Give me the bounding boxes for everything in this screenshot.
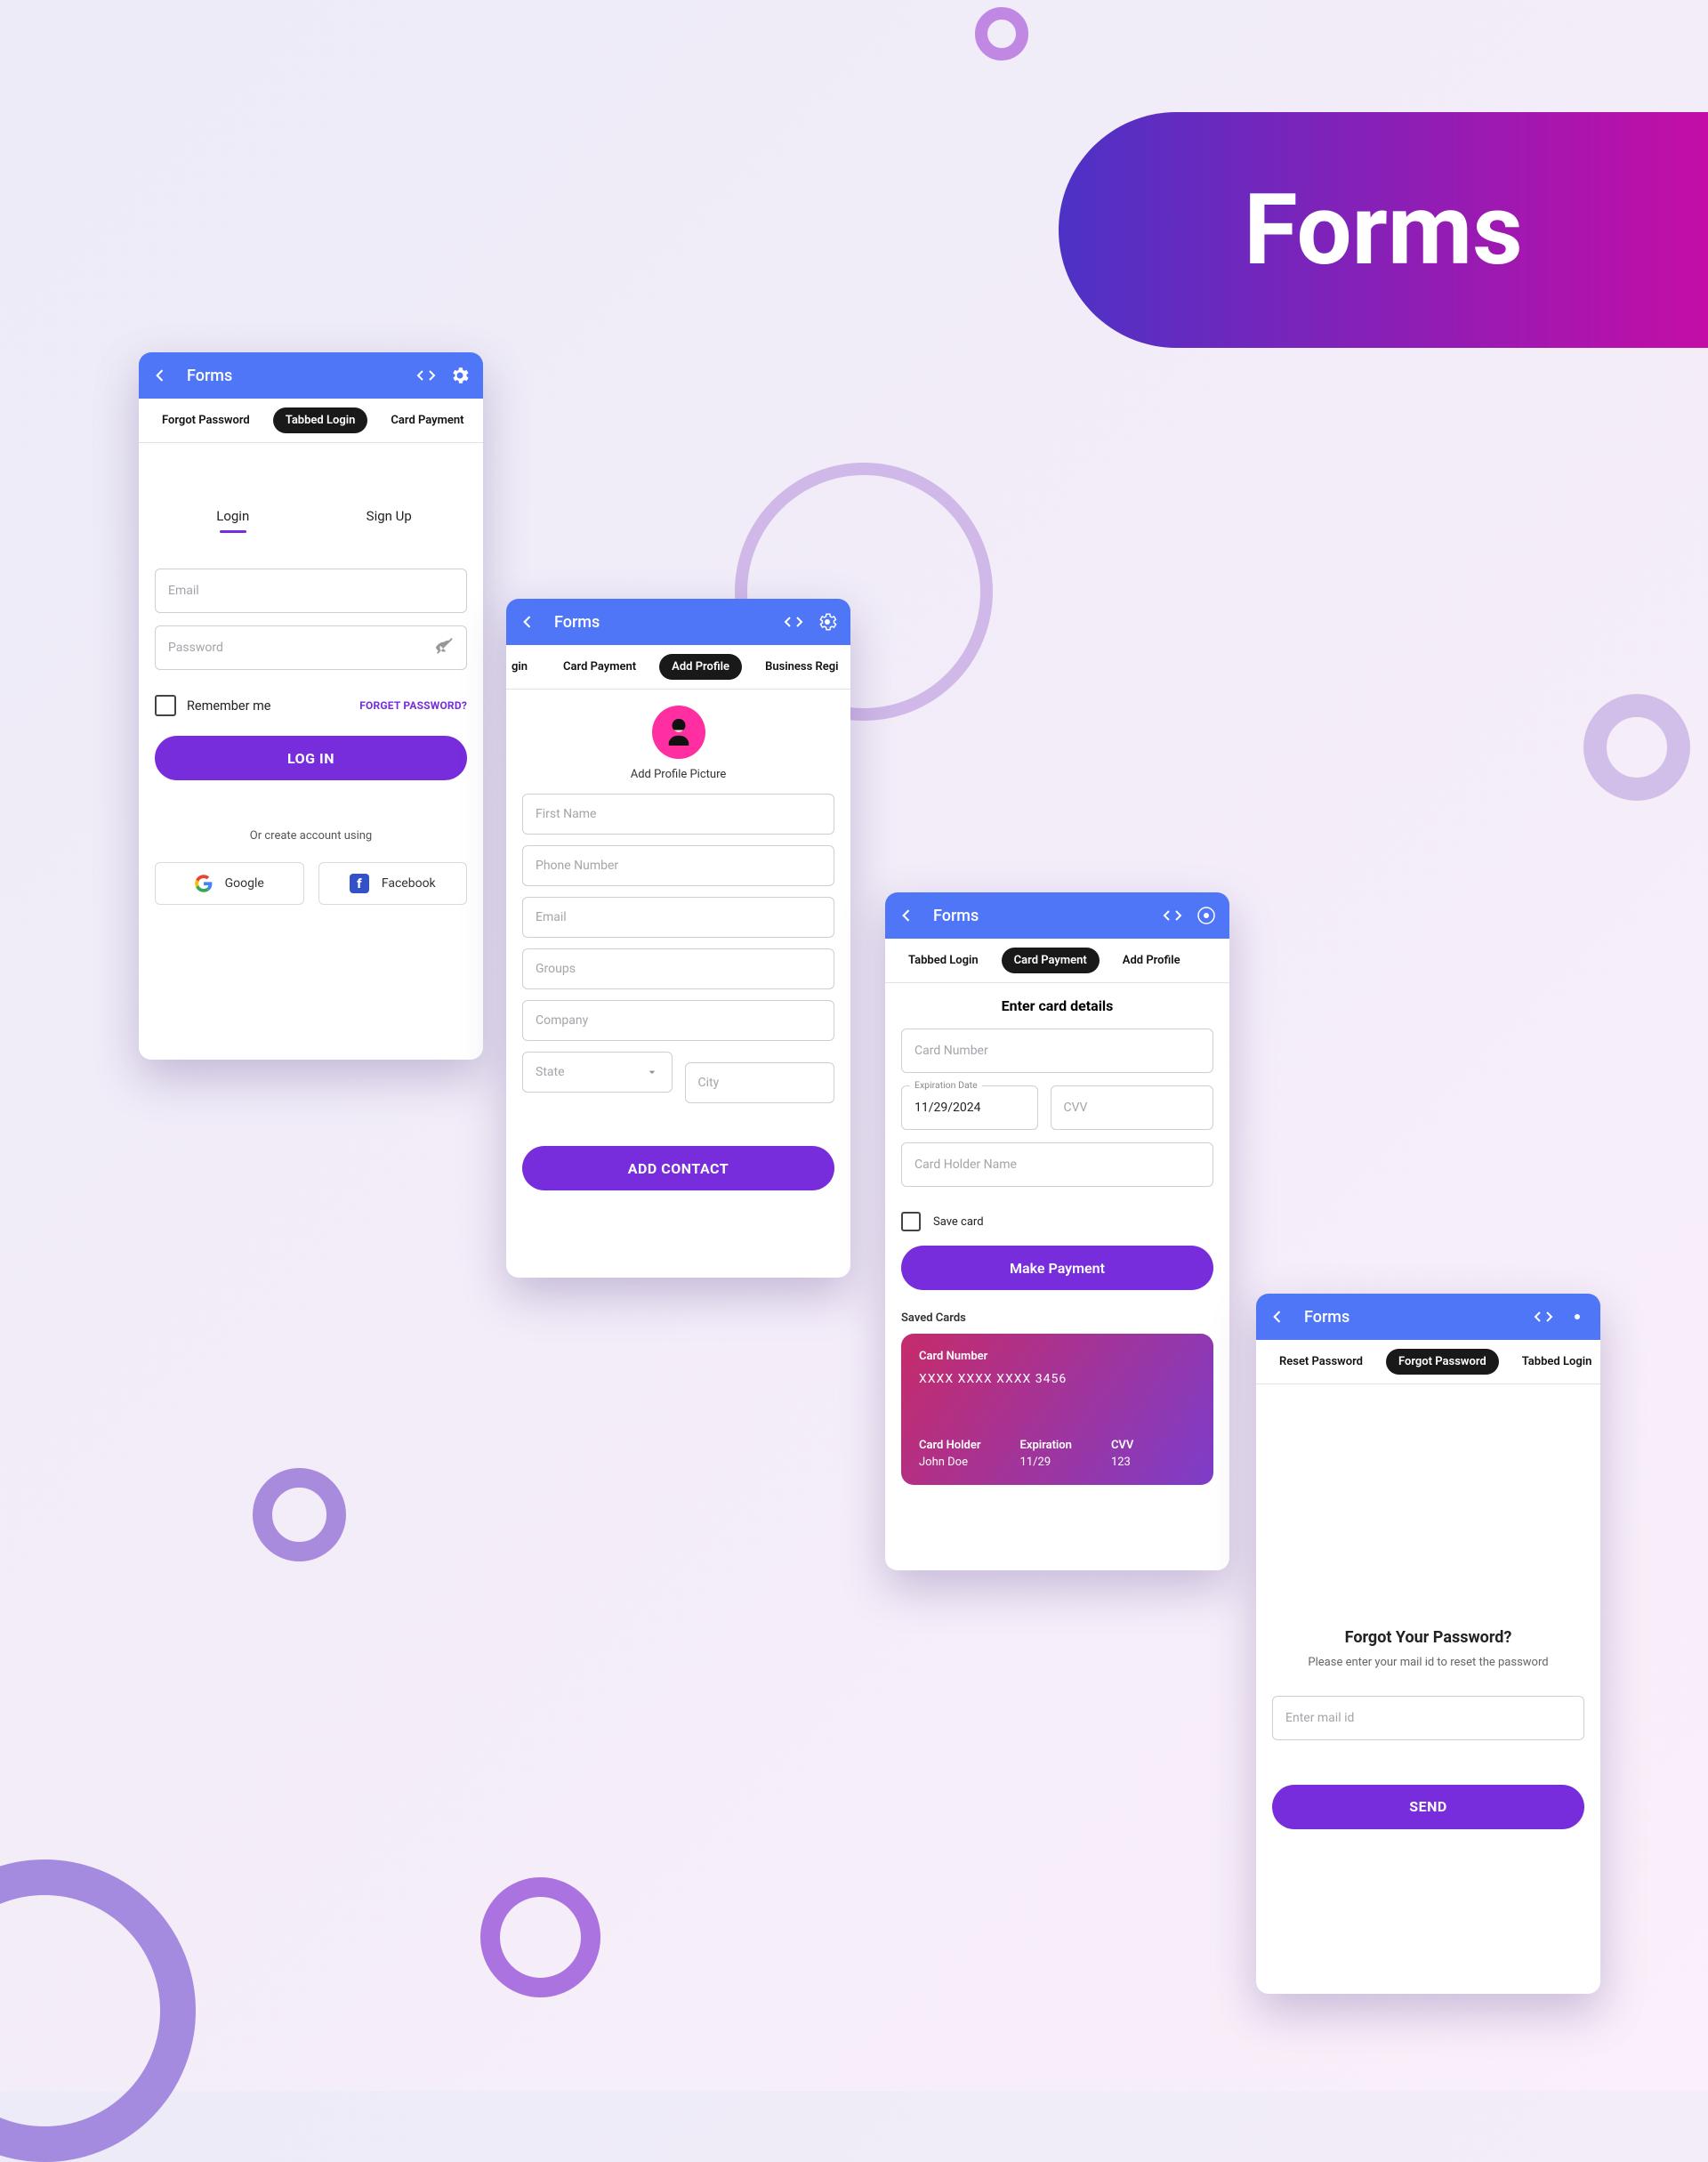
back-icon[interactable] — [1269, 1308, 1286, 1326]
city-field[interactable]: City — [685, 1062, 835, 1103]
code-icon[interactable] — [783, 611, 804, 633]
card-holder-label: Card Holder — [919, 1439, 981, 1452]
saved-cards-header: Saved Cards — [901, 1311, 1213, 1325]
password-placeholder: Password — [168, 641, 223, 655]
card-holder-field[interactable]: Card Holder Name — [901, 1142, 1213, 1187]
code-icon[interactable] — [1162, 905, 1183, 926]
chip-forgot-password[interactable]: Forgot Password — [1386, 1349, 1499, 1375]
saved-card[interactable]: Card Number XXXX XXXX XXXX 3456 Card Hol… — [901, 1334, 1213, 1485]
screen-forgot-password: Forms Reset Password Forgot Password Tab… — [1256, 1294, 1600, 1994]
appbar-title: Forms — [187, 367, 232, 385]
card-number-label: Card Number — [919, 1350, 1196, 1363]
facebook-icon: f — [350, 874, 369, 893]
forget-password-link[interactable]: FORGET PASSWORD? — [359, 699, 467, 712]
expiration-label: Expiration Date — [910, 1079, 982, 1091]
facebook-login-button[interactable]: f Facebook — [318, 862, 468, 905]
state-select[interactable]: State — [522, 1052, 673, 1093]
chip-row: Forgot Password Tabbed Login Card Paymen… — [139, 399, 483, 443]
forgot-subheading: Please enter your mail id to reset the p… — [1308, 1656, 1548, 1669]
chip-add-profile[interactable]: Add Profile — [659, 654, 742, 680]
send-button[interactable]: SEND — [1272, 1785, 1584, 1829]
email-placeholder: Email — [168, 584, 199, 598]
back-icon[interactable] — [898, 907, 915, 924]
deco-circle — [975, 7, 1028, 61]
code-icon[interactable] — [1533, 1306, 1554, 1327]
or-create-label: Or create account using — [155, 829, 467, 843]
card-number-value: XXXX XXXX XXXX 3456 — [919, 1372, 1196, 1386]
add-contact-button[interactable]: ADD CONTACT — [522, 1146, 834, 1190]
cvv-value: 123 — [1111, 1456, 1133, 1469]
chip-partial-left[interactable]: gin — [506, 654, 540, 680]
chip-card-payment[interactable]: Card Payment — [1002, 948, 1100, 973]
appbar-title: Forms — [933, 907, 979, 925]
card-holder-value: John Doe — [919, 1456, 981, 1469]
email-field[interactable]: Enter mail id — [1272, 1696, 1584, 1740]
gear-icon[interactable] — [449, 365, 471, 386]
section-title: Enter card details — [901, 997, 1213, 1014]
eye-off-icon[interactable] — [434, 638, 454, 657]
expiration-value: 11/29 — [1020, 1456, 1072, 1469]
appbar: Forms — [506, 599, 850, 645]
chip-row: Reset Password Forgot Password Tabbed Lo… — [1256, 1340, 1600, 1384]
code-icon[interactable] — [415, 365, 437, 386]
password-field[interactable]: Password — [155, 625, 467, 670]
chip-card-payment[interactable]: Card Payment — [378, 407, 476, 433]
avatar[interactable] — [652, 706, 705, 759]
company-field[interactable]: Company — [522, 1000, 834, 1041]
chevron-down-icon — [645, 1065, 659, 1079]
back-icon[interactable] — [519, 613, 536, 631]
screen-card-payment: Forms Tabbed Login Card Payment Add Prof… — [885, 892, 1229, 1570]
chip-tabbed-login[interactable]: Tabbed Login — [1510, 1349, 1600, 1375]
page-title: Forms — [1244, 173, 1522, 287]
first-name-field[interactable]: First Name — [522, 794, 834, 835]
google-login-button[interactable]: Google — [155, 862, 304, 905]
expiration-label: Expiration — [1020, 1439, 1072, 1452]
chip-reset-password[interactable]: Reset Password — [1267, 1349, 1375, 1375]
phone-field[interactable]: Phone Number — [522, 845, 834, 886]
tab-login[interactable]: Login — [155, 508, 311, 533]
chip-row: gin Card Payment Add Profile Business Re… — [506, 645, 850, 690]
login-button[interactable]: LOG IN — [155, 736, 467, 780]
email-field[interactable]: Email — [155, 569, 467, 613]
card-number-field[interactable]: Card Number — [901, 1029, 1213, 1073]
avatar-label: Add Profile Picture — [631, 768, 727, 781]
chip-add-profile[interactable]: Add Profile — [1110, 948, 1193, 973]
save-card-checkbox[interactable] — [901, 1212, 921, 1231]
screen-tabbed-login: Forms Forgot Password Tabbed Login Card … — [139, 352, 483, 1060]
appbar: Forms — [1256, 1294, 1600, 1340]
appbar: Forms — [885, 892, 1229, 939]
back-icon[interactable] — [151, 367, 169, 384]
tab-signup[interactable]: Sign Up — [311, 508, 468, 533]
login-signup-tabs: Login Sign Up — [155, 508, 467, 533]
email-field[interactable]: Email — [522, 897, 834, 938]
groups-field[interactable]: Groups — [522, 948, 834, 989]
page-title-pill: Forms — [1059, 112, 1708, 348]
chip-row: Tabbed Login Card Payment Add Profile — [885, 939, 1229, 983]
chip-tabbed-login[interactable]: Tabbed Login — [273, 407, 368, 433]
screen-add-profile: Forms gin Card Payment Add Profile Busin… — [506, 599, 850, 1278]
cvv-label: CVV — [1111, 1439, 1133, 1452]
chip-forgot-password[interactable]: Forgot Password — [149, 407, 262, 433]
deco-circle — [253, 1468, 346, 1561]
appbar-title: Forms — [554, 613, 600, 632]
cvv-field[interactable]: CVV — [1051, 1085, 1214, 1130]
chip-tabbed-login[interactable]: Tabbed Login — [896, 948, 991, 973]
forgot-heading: Forgot Your Password? — [1345, 1628, 1512, 1647]
appbar: Forms — [139, 352, 483, 399]
expiration-field[interactable]: 11/29/2024 — [901, 1085, 1038, 1130]
gear-icon[interactable] — [817, 611, 838, 633]
deco-circle — [480, 1877, 600, 1997]
gear-icon[interactable] — [1567, 1306, 1588, 1327]
remember-checkbox[interactable] — [155, 695, 176, 716]
gear-icon[interactable] — [1196, 905, 1217, 926]
appbar-title: Forms — [1304, 1308, 1349, 1327]
chip-card-payment[interactable]: Card Payment — [551, 654, 649, 680]
google-icon — [195, 875, 213, 892]
make-payment-button[interactable]: Make Payment — [901, 1246, 1213, 1290]
deco-circle — [1583, 694, 1690, 801]
remember-label: Remember me — [187, 698, 359, 714]
save-card-label: Save card — [933, 1215, 984, 1229]
chip-business-reg[interactable]: Business Regi — [753, 654, 850, 680]
deco-circle — [0, 1859, 196, 2162]
